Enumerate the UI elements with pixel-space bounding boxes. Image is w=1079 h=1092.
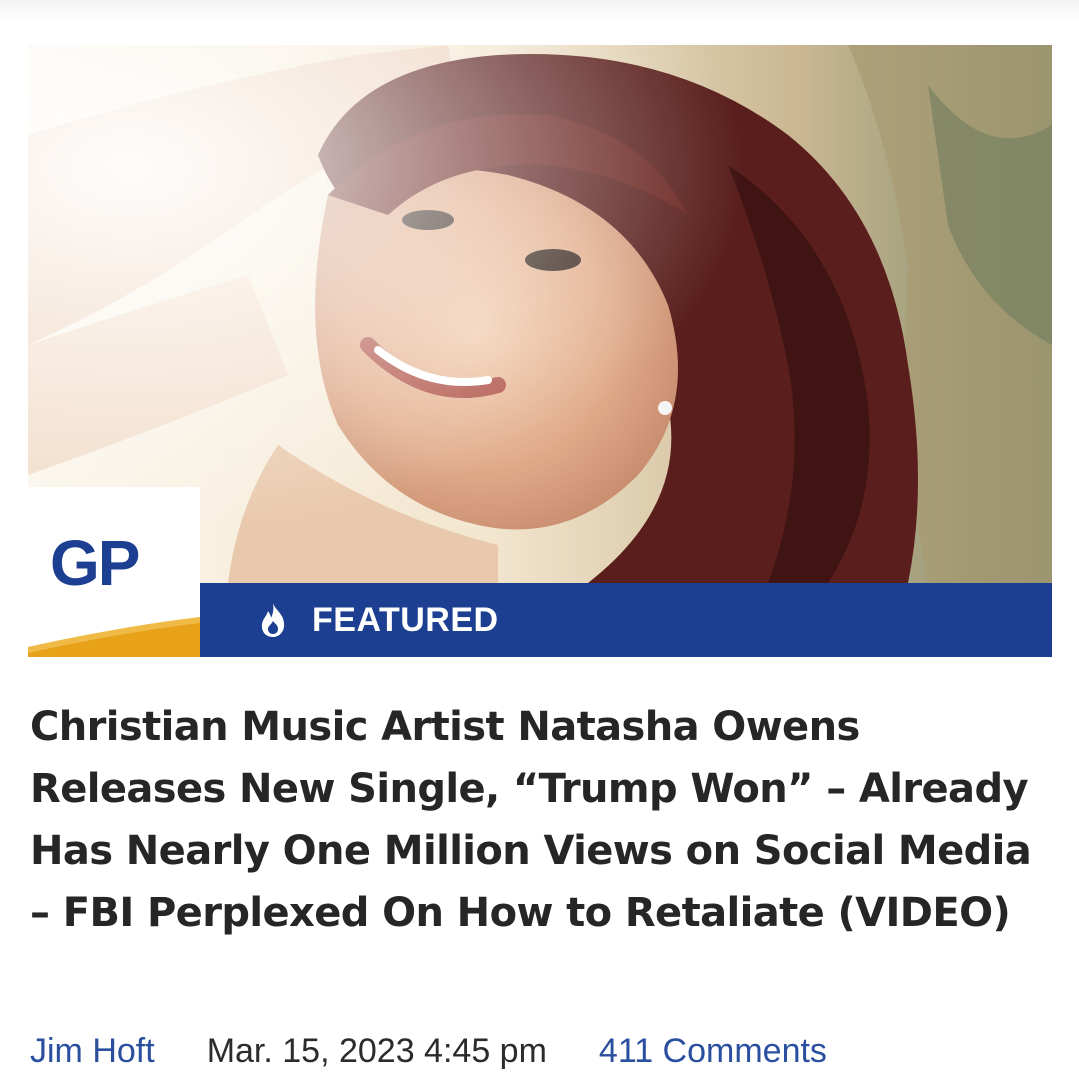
featured-label: FEATURED: [312, 600, 499, 639]
article-meta: Jim Hoft Mar. 15, 2023 4:45 pm 411 Comme…: [30, 1028, 827, 1074]
top-strip: [0, 0, 1079, 22]
logo-swoosh-graphic: [28, 617, 200, 657]
flame-icon: [261, 603, 285, 637]
site-logo[interactable]: GP: [28, 487, 200, 657]
publish-date: Mar. 15, 2023 4:45 pm: [206, 1031, 547, 1070]
featured-badge[interactable]: FEATURED: [256, 583, 499, 657]
featured-image-card[interactable]: FEATURED GP: [28, 45, 1052, 657]
article-headline[interactable]: Christian Music Artist Natasha Owens Rel…: [30, 696, 1060, 944]
logo-text: GP: [50, 527, 140, 599]
comments-link[interactable]: 411 Comments: [599, 1032, 827, 1071]
author-link[interactable]: Jim Hoft: [30, 1032, 155, 1071]
